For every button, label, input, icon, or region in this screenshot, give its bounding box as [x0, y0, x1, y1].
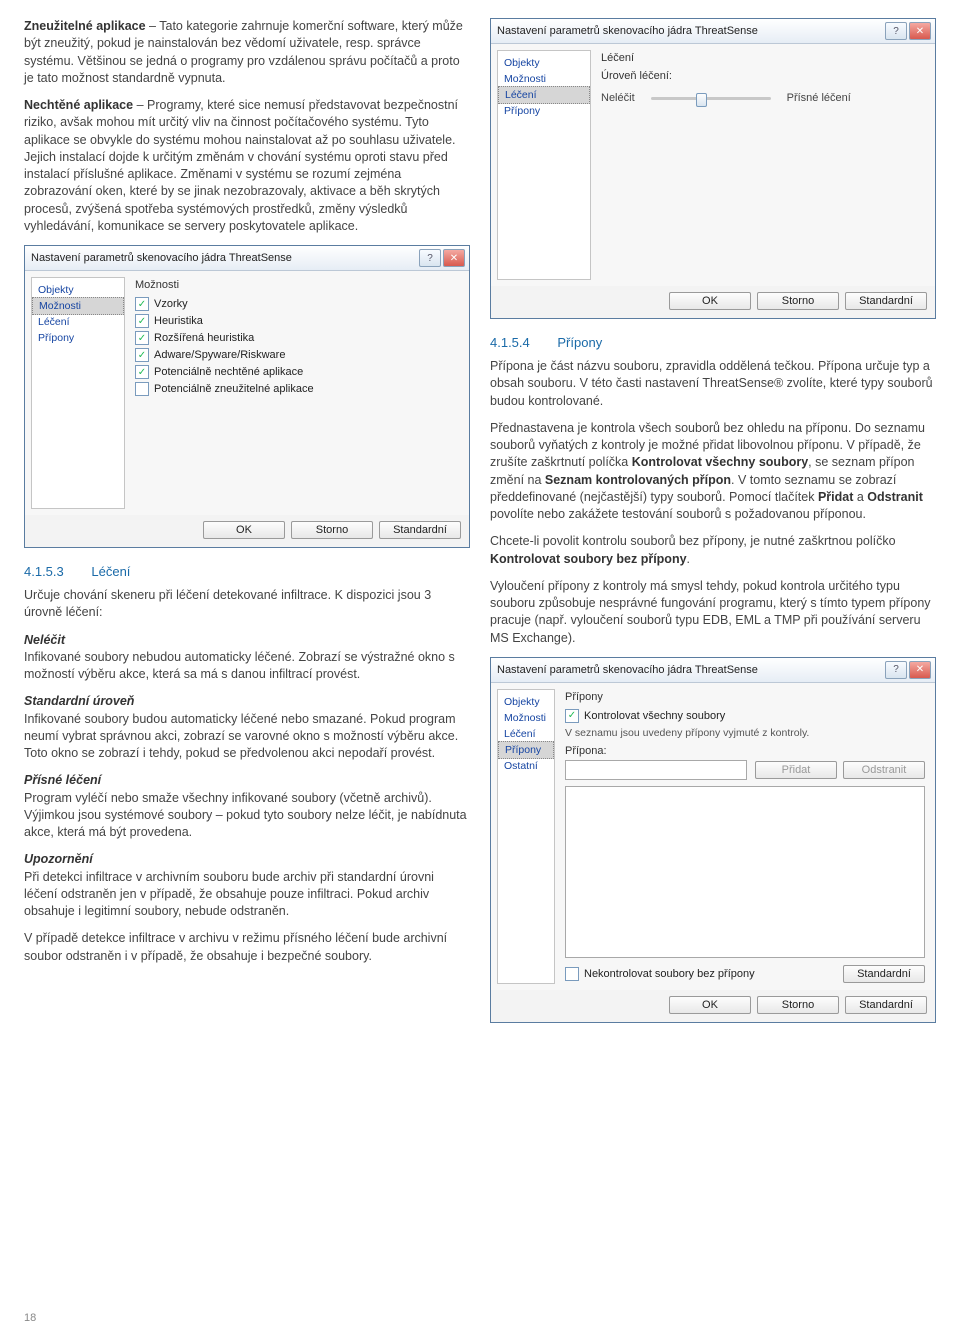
- chk-vzorky[interactable]: ✓Vzorky: [135, 297, 459, 311]
- chk-rozsirena[interactable]: ✓Rozšířená heuristika: [135, 331, 459, 345]
- checkbox-icon: [135, 382, 149, 396]
- nav-list: Objekty Možnosti Léčení Přípony: [497, 50, 591, 280]
- para: Chcete-li povolit kontrolu souborů bez p…: [490, 533, 936, 568]
- nav-item-leceni[interactable]: Léčení: [498, 726, 554, 742]
- nav-item-pripony[interactable]: Přípony: [32, 330, 124, 346]
- nav-item-pripony[interactable]: Přípony: [498, 741, 554, 759]
- nav-list: Objekty Možnosti Léčení Přípony: [31, 277, 125, 509]
- extension-input[interactable]: [565, 760, 747, 780]
- chk-noext[interactable]: Nekontrolovat soubory bez přípony: [565, 967, 755, 981]
- nav-item-objekty[interactable]: Objekty: [32, 282, 124, 298]
- window-title: Nastavení parametrů skenovacího jádra Th…: [31, 252, 417, 264]
- nav-item-ostatni[interactable]: Ostatní: [498, 758, 554, 774]
- chk-adware[interactable]: ✓Adware/Spyware/Riskware: [135, 348, 459, 362]
- bold: Zneužitelné aplikace: [24, 19, 146, 33]
- checkbox-icon: ✓: [135, 314, 149, 328]
- para: Vyloučení přípony z kontroly má smysl te…: [490, 578, 936, 647]
- nav-item-moznosti[interactable]: Možnosti: [498, 710, 554, 726]
- section-title: Přípony: [557, 335, 602, 350]
- section-title: Léčení: [91, 564, 130, 579]
- titlebar: Nastavení parametrů skenovacího jádra Th…: [491, 658, 935, 683]
- chk-heuristika[interactable]: ✓Heuristika: [135, 314, 459, 328]
- cancel-button[interactable]: Storno: [757, 996, 839, 1014]
- extensions-listbox[interactable]: [565, 786, 925, 958]
- slider-left-label: Neléčit: [601, 92, 635, 104]
- para: Určuje chování skeneru při léčení deteko…: [24, 587, 470, 622]
- para: V případě detekce infiltrace v archivu v…: [24, 930, 470, 965]
- checkbox-icon: ✓: [135, 331, 149, 345]
- window-title: Nastavení parametrů skenovacího jádra Th…: [497, 664, 883, 676]
- dialog-moznosti: Nastavení parametrů skenovacího jádra Th…: [24, 245, 470, 548]
- slider-thumb[interactable]: [696, 93, 707, 107]
- para: Neléčit Infikované soubory nebudou autom…: [24, 632, 470, 684]
- bold-italic: Přísné léčení: [24, 773, 101, 787]
- para: Přísné léčení Program vyléčí nebo smaže …: [24, 772, 470, 841]
- para: Nechtěné aplikace – Programy, které sice…: [24, 97, 470, 235]
- para: Přednastavena je kontrola všech souborů …: [490, 420, 936, 524]
- cancel-button[interactable]: Storno: [291, 521, 373, 539]
- standard-button[interactable]: Standardní: [843, 965, 925, 983]
- pane: Léčení Úroveň léčení: Neléčit Přísné léč…: [597, 44, 935, 286]
- titlebar: Nastavení parametrů skenovacího jádra Th…: [25, 246, 469, 271]
- bold-italic: Upozornění: [24, 852, 93, 866]
- para: Upozornění Při detekci infiltrace v arch…: [24, 851, 470, 920]
- section-number: 4.1.5.3: [24, 564, 64, 579]
- bold-italic: Neléčit: [24, 633, 65, 647]
- slider[interactable]: [651, 97, 771, 100]
- bold-italic: Standardní úroveň: [24, 694, 134, 708]
- dialog-leceni: Nastavení parametrů skenovacího jádra Th…: [490, 18, 936, 319]
- add-button[interactable]: Přidat: [755, 761, 837, 779]
- para: Přípona je část názvu souboru, zpravidla…: [490, 358, 936, 410]
- label: Přípona:: [565, 745, 925, 757]
- checkbox-icon: [565, 967, 579, 981]
- note: V seznamu jsou uvedeny přípony vyjmuté z…: [565, 727, 925, 739]
- group-title: Přípony: [565, 691, 925, 703]
- window-title: Nastavení parametrů skenovacího jádra Th…: [497, 25, 883, 37]
- close-icon[interactable]: ✕: [909, 661, 931, 679]
- pane: Možnosti ✓Vzorky ✓Heuristika ✓Rozšířená …: [131, 271, 469, 515]
- section-heading: 4.1.5.4 Přípony: [490, 335, 936, 350]
- cancel-button[interactable]: Storno: [757, 292, 839, 310]
- nav-item-pripony[interactable]: Přípony: [498, 103, 590, 119]
- ok-button[interactable]: OK: [669, 292, 751, 310]
- close-icon[interactable]: ✕: [443, 249, 465, 267]
- label: Úroveň léčení:: [601, 70, 925, 82]
- nav-list: Objekty Možnosti Léčení Přípony Ostatní: [497, 689, 555, 984]
- nav-item-objekty[interactable]: Objekty: [498, 694, 554, 710]
- checkbox-icon: ✓: [135, 348, 149, 362]
- dialog-pripony: Nastavení parametrů skenovacího jádra Th…: [490, 657, 936, 1023]
- section-number: 4.1.5.4: [490, 335, 530, 350]
- para: Zneužitelné aplikace – Tato kategorie za…: [24, 18, 470, 87]
- chk-zneuzit[interactable]: Potenciálně zneužitelné aplikace: [135, 382, 459, 396]
- nav-item-leceni[interactable]: Léčení: [498, 86, 590, 104]
- page-number: 18: [24, 1312, 36, 1324]
- nav-item-moznosti[interactable]: Možnosti: [32, 297, 124, 315]
- ok-button[interactable]: OK: [669, 996, 751, 1014]
- section-heading: 4.1.5.3 Léčení: [24, 564, 470, 579]
- chk-pua[interactable]: ✓Potenciálně nechtěné aplikace: [135, 365, 459, 379]
- bold: Nechtěné aplikace: [24, 98, 133, 112]
- help-icon[interactable]: ?: [885, 661, 907, 679]
- slider-right-label: Přísné léčení: [787, 92, 851, 104]
- titlebar: Nastavení parametrů skenovacího jádra Th…: [491, 19, 935, 44]
- group-title: Léčení: [601, 52, 925, 64]
- group-title: Možnosti: [135, 279, 459, 291]
- help-icon[interactable]: ?: [419, 249, 441, 267]
- checkbox-icon: ✓: [135, 365, 149, 379]
- checkbox-icon: ✓: [135, 297, 149, 311]
- checkbox-icon: ✓: [565, 709, 579, 723]
- close-icon[interactable]: ✕: [909, 22, 931, 40]
- nav-item-objekty[interactable]: Objekty: [498, 55, 590, 71]
- standard-button[interactable]: Standardní: [845, 996, 927, 1014]
- nav-item-moznosti[interactable]: Možnosti: [498, 71, 590, 87]
- help-icon[interactable]: ?: [885, 22, 907, 40]
- para: Standardní úroveň Infikované soubory bud…: [24, 693, 470, 762]
- remove-button[interactable]: Odstranit: [843, 761, 925, 779]
- standard-button[interactable]: Standardní: [379, 521, 461, 539]
- ok-button[interactable]: OK: [203, 521, 285, 539]
- nav-item-leceni[interactable]: Léčení: [32, 314, 124, 330]
- standard-button[interactable]: Standardní: [845, 292, 927, 310]
- pane: Přípony ✓Kontrolovat všechny soubory V s…: [561, 683, 935, 990]
- chk-kontrolovat-vse[interactable]: ✓Kontrolovat všechny soubory: [565, 709, 925, 723]
